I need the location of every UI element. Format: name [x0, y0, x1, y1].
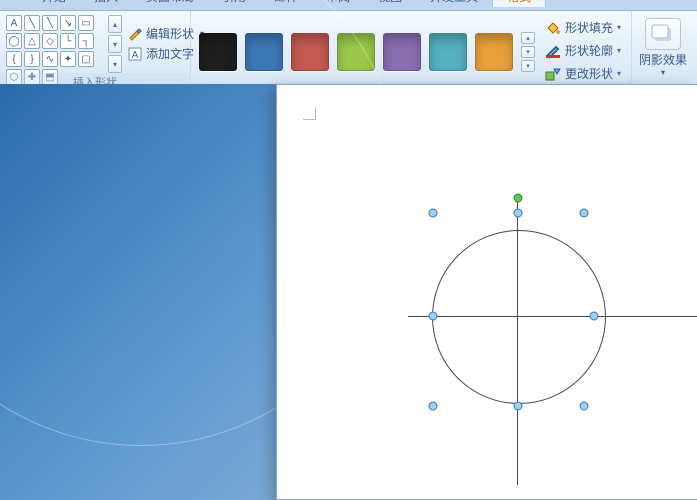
shadow-label: 阴影效果	[639, 51, 687, 68]
handle-w[interactable]	[429, 312, 438, 321]
change-shape-icon	[545, 66, 561, 82]
handle-s[interactable]	[514, 402, 523, 411]
workspace	[0, 84, 697, 500]
shape-outline-label: 形状轮廓	[565, 42, 613, 59]
document-page[interactable]	[276, 84, 697, 500]
tab-developer[interactable]: 开发工具	[416, 0, 492, 7]
chevron-down-icon: ▾	[617, 46, 621, 55]
chevron-down-icon: ▾	[617, 69, 621, 78]
tab-format[interactable]: 格式	[492, 0, 546, 7]
chevron-down-icon: ▾	[661, 68, 665, 77]
handle-ne[interactable]	[580, 209, 589, 218]
style-teal[interactable]	[429, 33, 467, 71]
shape-hline[interactable]	[408, 316, 697, 317]
rotation-handle[interactable]	[514, 194, 523, 203]
change-shape-label: 更改形状	[565, 65, 613, 82]
tab-view[interactable]: 视图	[364, 0, 416, 7]
shape-vline-selected[interactable]	[517, 194, 518, 485]
group-shadow: 阴影效果 ▾ 阴影效果	[632, 11, 697, 84]
handle-nw[interactable]	[429, 209, 438, 218]
shadow-icon	[645, 18, 681, 50]
style-orange[interactable]	[475, 33, 513, 71]
style-purple[interactable]	[383, 33, 421, 71]
style-down-button[interactable]: ▾	[521, 46, 535, 58]
paint-bucket-icon	[545, 20, 561, 36]
change-shape-button[interactable]: 更改形状 ▾	[545, 65, 621, 82]
handle-n[interactable]	[514, 209, 523, 218]
handle-se[interactable]	[580, 402, 589, 411]
handle-sw[interactable]	[429, 402, 438, 411]
style-gallery-spinner: ▴ ▾ ▾	[521, 32, 535, 72]
pen-outline-icon	[545, 43, 561, 59]
handle-e[interactable]	[590, 312, 599, 321]
shadow-effects-button[interactable]: 阴影效果 ▾	[638, 15, 688, 77]
nudge-left-button[interactable]	[692, 43, 697, 63]
shape-outline-button[interactable]: 形状轮廓 ▾	[545, 42, 621, 59]
style-more-button[interactable]: ▾	[521, 60, 535, 72]
drawing-canvas[interactable]	[277, 85, 697, 499]
shape-fill-button[interactable]: 形状填充 ▾	[545, 19, 621, 36]
shape-fill-label: 形状填充	[565, 19, 613, 36]
chevron-down-icon: ▾	[617, 23, 621, 32]
style-up-button[interactable]: ▴	[521, 32, 535, 44]
